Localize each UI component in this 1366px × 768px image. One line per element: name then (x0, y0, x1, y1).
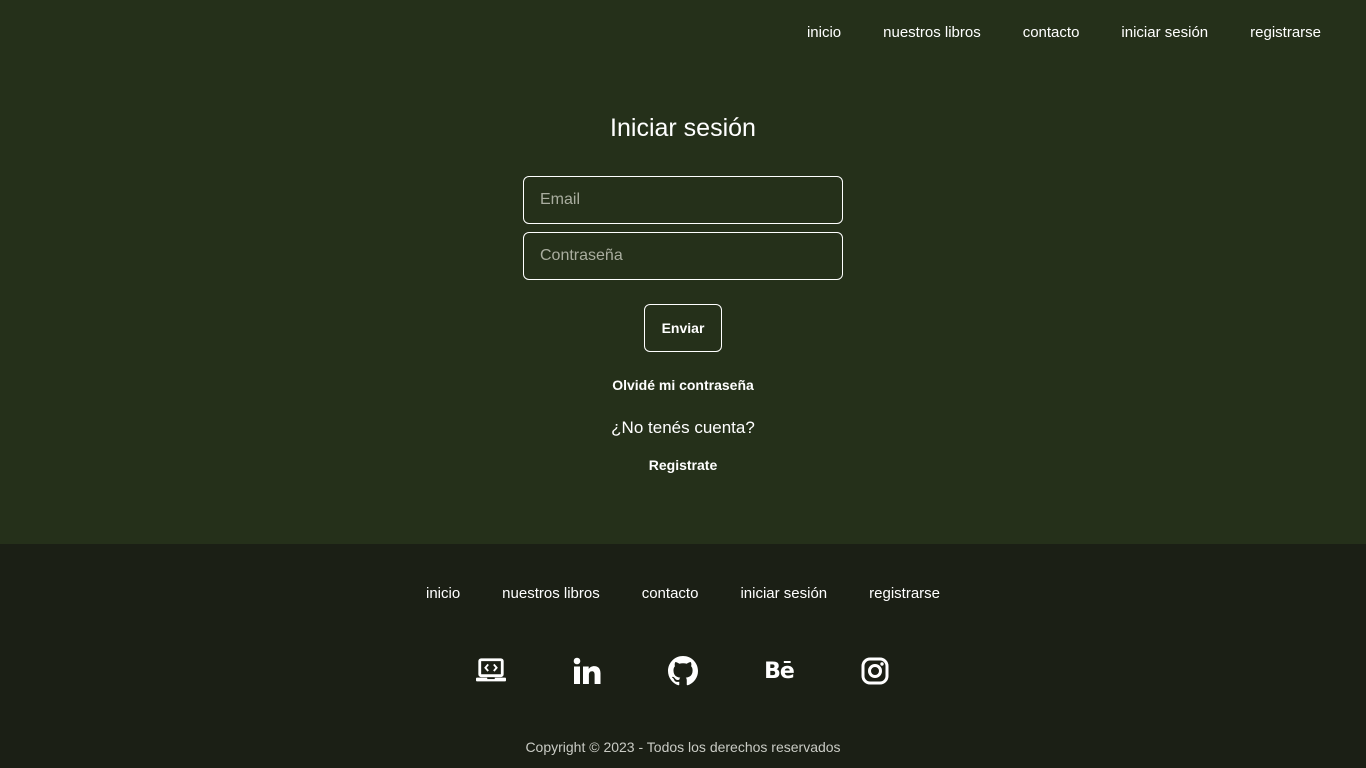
footer-link-nuestros-libros[interactable]: nuestros libros (502, 585, 600, 602)
instagram-icon[interactable] (860, 656, 890, 686)
footer: inicio nuestros libros contacto iniciar … (0, 544, 1366, 768)
footer-nav-item-inicio: inicio (426, 585, 460, 603)
nav-item-contacto: contacto (1023, 24, 1080, 42)
nav-item-registrarse: registrarse (1250, 24, 1321, 42)
linkedin-icon[interactable] (572, 656, 602, 686)
github-glyph (668, 656, 698, 686)
nav-item-iniciar-sesion: iniciar sesión (1121, 24, 1208, 42)
behance-icon[interactable]: Bē (764, 656, 795, 686)
footer-link-registrarse[interactable]: registrarse (869, 585, 940, 602)
nav-item-inicio: inicio (807, 24, 841, 42)
instagram-glyph (861, 657, 889, 685)
footer-nav-item-contacto: contacto (642, 585, 699, 603)
no-account-text: ¿No tenés cuenta? (611, 418, 755, 437)
nav-link-nuestros-libros[interactable]: nuestros libros (883, 24, 981, 41)
email-field[interactable] (523, 176, 843, 224)
nav-link-inicio[interactable]: inicio (807, 24, 841, 41)
footer-nav-item-registrarse: registrarse (869, 585, 940, 603)
page-title: Iniciar sesión (610, 114, 756, 142)
footer-link-iniciar-sesion[interactable]: iniciar sesión (740, 585, 827, 602)
submit-button[interactable]: Enviar (644, 304, 722, 352)
top-nav-list: inicio nuestros libros contacto iniciar … (807, 24, 1321, 42)
footer-nav-item-nuestros-libros: nuestros libros (502, 585, 600, 603)
portfolio-laptop-icon[interactable] (476, 656, 506, 686)
forgot-password-link[interactable]: Olvidé mi contraseña (0, 377, 1366, 393)
nav-item-nuestros-libros: nuestros libros (883, 24, 981, 42)
password-field[interactable] (523, 232, 843, 280)
linkedin-glyph (573, 657, 601, 684)
footer-link-contacto[interactable]: contacto (642, 585, 699, 602)
social-icons: Bē (0, 656, 1366, 686)
footer-nav-item-iniciar-sesion: iniciar sesión (740, 585, 827, 603)
nav-link-iniciar-sesion[interactable]: iniciar sesión (1121, 24, 1208, 41)
top-navigation: inicio nuestros libros contacto iniciar … (0, 0, 1366, 66)
behance-glyph: Bē (764, 658, 795, 684)
copyright-text: Copyright © 2023 - Todos los derechos re… (525, 739, 841, 755)
nav-link-registrarse[interactable]: registrarse (1250, 24, 1321, 41)
github-icon[interactable] (668, 656, 698, 686)
footer-nav-list: inicio nuestros libros contacto iniciar … (0, 585, 1366, 603)
login-section: Iniciar sesión Enviar Olvidé mi contrase… (0, 66, 1366, 544)
register-link[interactable]: Registrate (0, 457, 1366, 473)
laptop-code-icon (476, 658, 506, 682)
footer-link-inicio[interactable]: inicio (426, 585, 460, 602)
nav-link-contacto[interactable]: contacto (1023, 24, 1080, 41)
